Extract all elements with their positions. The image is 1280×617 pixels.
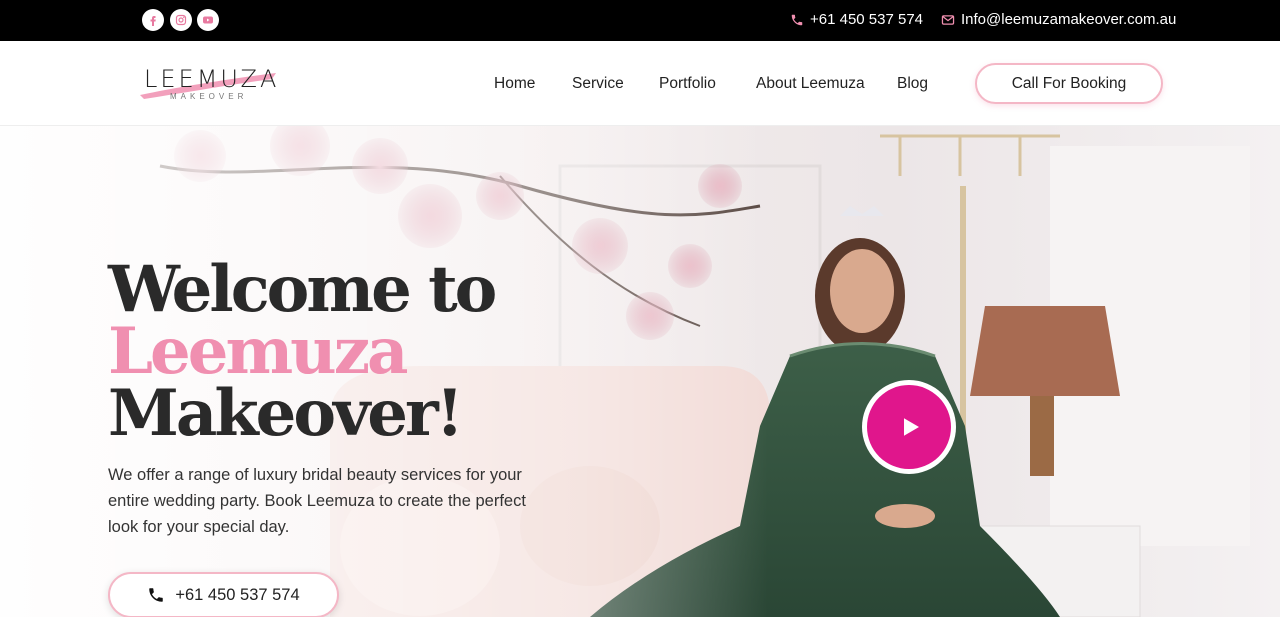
topbar-phone-text: +61 450 537 574	[810, 11, 924, 28]
nav-blog[interactable]: Blog	[897, 75, 928, 93]
facebook-icon[interactable]	[142, 9, 164, 31]
call-for-booking-button[interactable]: Call For Booking	[975, 63, 1163, 104]
hero-description: We offer a range of luxury bridal beauty…	[108, 466, 526, 536]
hero-phone-button[interactable]: +61 450 537 574	[108, 572, 339, 617]
play-button-circle	[867, 385, 951, 469]
nav-home[interactable]: Home	[494, 75, 535, 93]
topbar-phone-link[interactable]: +61 450 537 574	[790, 11, 923, 28]
hero-section: Welcome to Leemuza Makeover! We offer a …	[0, 126, 1280, 617]
envelope-icon	[941, 14, 955, 25]
topbar-email-link[interactable]: Info@leemuzamakeover.com.au	[941, 11, 1176, 28]
nav-portfolio[interactable]: Portfolio	[659, 75, 716, 93]
instagram-icon[interactable]	[170, 9, 192, 31]
site-logo[interactable]: LEEMUZA MAKEOVER	[138, 65, 280, 105]
phone-icon	[149, 588, 164, 602]
nav-service[interactable]: Service	[572, 75, 624, 93]
nav-about[interactable]: About Leemuza	[756, 75, 865, 93]
hero-heading-line1: Welcome to	[108, 252, 497, 327]
hero-phone-text: +61 450 537 574	[175, 585, 300, 604]
play-icon	[904, 418, 919, 436]
play-video-button[interactable]	[862, 380, 956, 474]
main-header: LEEMUZA MAKEOVER Home Service Portfolio …	[0, 41, 1280, 126]
phone-icon	[791, 14, 803, 25]
logo-wordmark: LEEMUZA	[144, 65, 280, 93]
hero-heading-line2: Leemuza	[108, 314, 408, 389]
youtube-icon[interactable]	[197, 9, 219, 31]
topbar-email-text: Info@leemuzamakeover.com.au	[961, 11, 1177, 28]
top-bar: +61 450 537 574 Info@leemuzamakeover.com…	[0, 0, 1280, 41]
hero-heading-line3: Makeover!	[108, 376, 464, 451]
logo-subtitle: MAKEOVER	[170, 92, 248, 101]
